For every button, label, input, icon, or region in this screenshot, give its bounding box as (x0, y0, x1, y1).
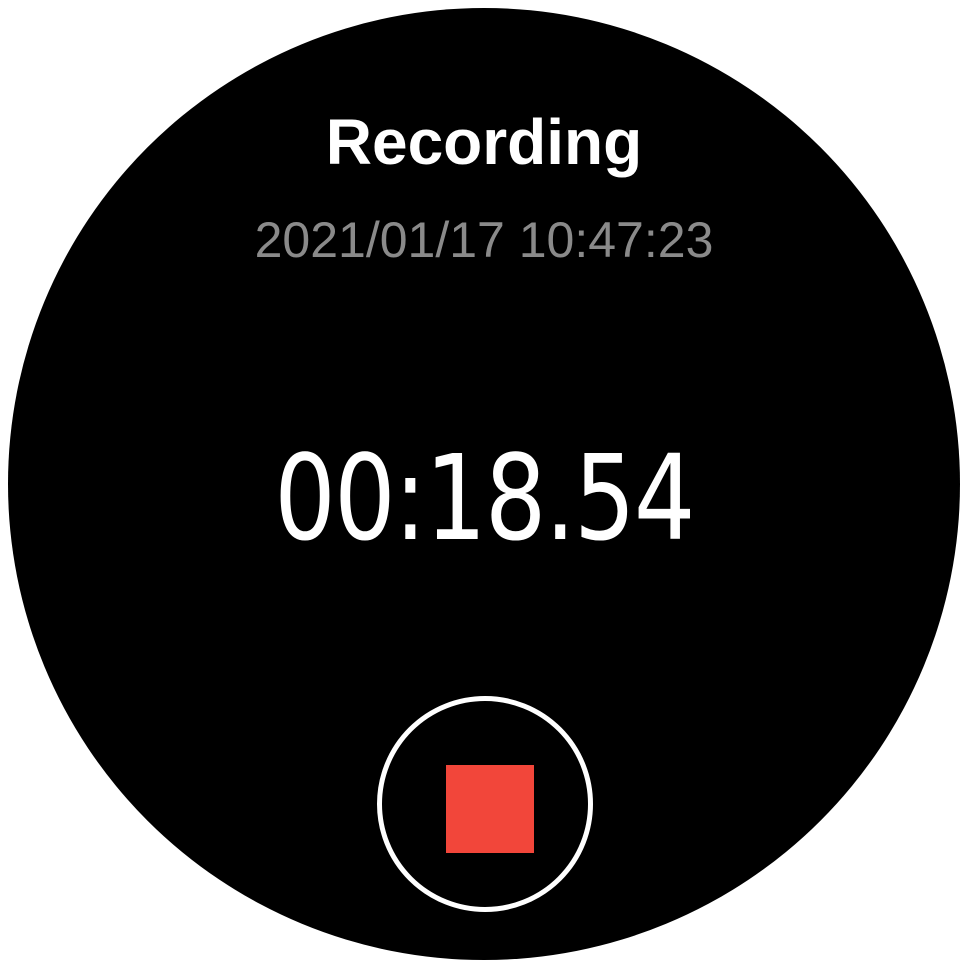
stop-icon (446, 765, 534, 853)
stop-square (446, 765, 534, 853)
page-title: Recording (325, 106, 643, 178)
elapsed-timer: 00:18.54 (274, 429, 695, 567)
stop-recording-button[interactable] (377, 696, 593, 912)
watch-face: Recording 2021/01/17 10:47:23 00:18.54 (8, 8, 960, 960)
recording-timestamp: 2021/01/17 10:47:23 (254, 212, 714, 268)
